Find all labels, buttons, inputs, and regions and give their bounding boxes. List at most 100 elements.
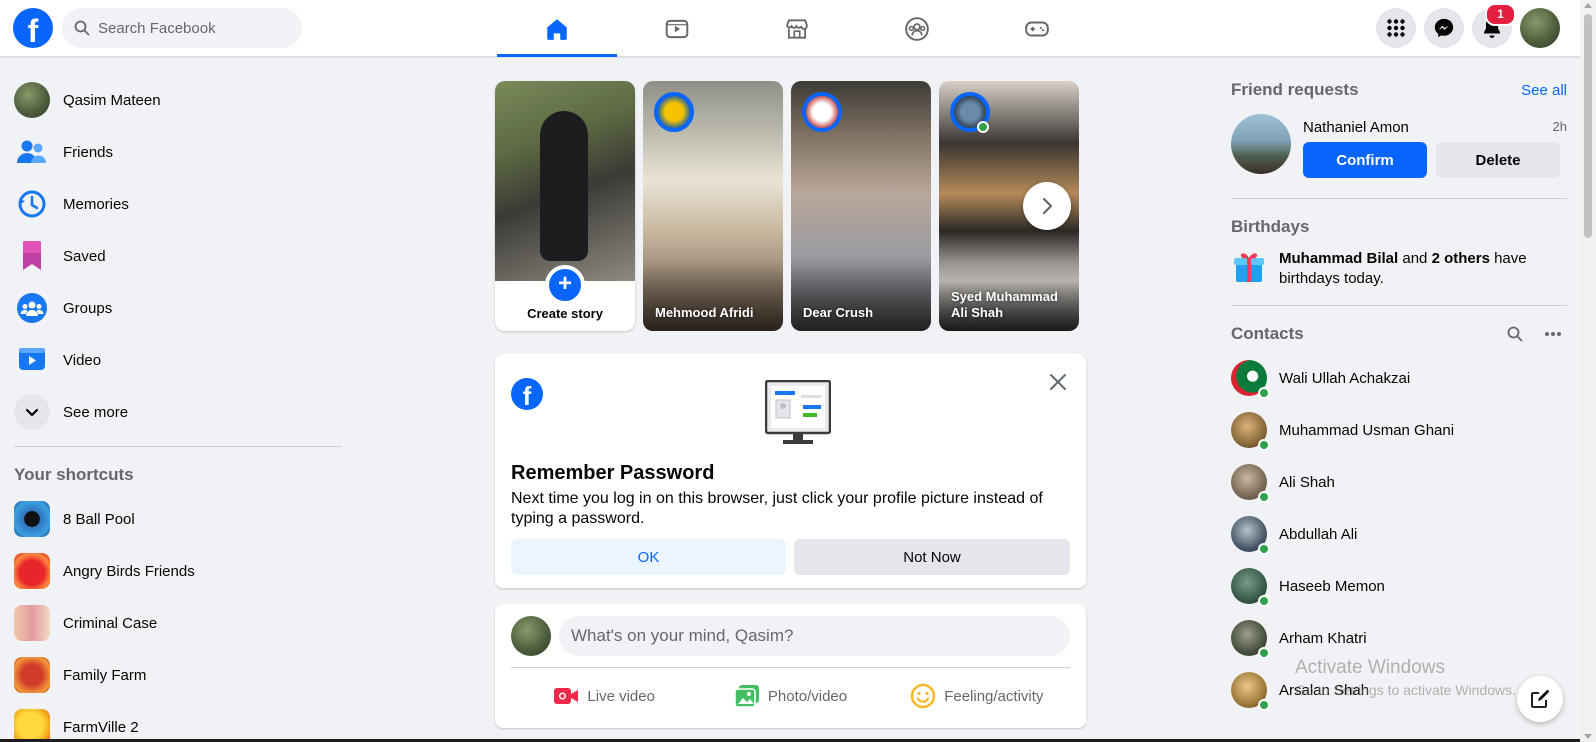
shortcut-label: 8 Ball Pool — [63, 510, 135, 528]
story-name: Syed Muhammad Ali Shah — [951, 289, 1058, 320]
left-sidebar: Qasim Mateen Friends Memories Saved Grou… — [6, 74, 346, 742]
scroll-thumb[interactable] — [1584, 14, 1592, 238]
shortcut-item[interactable]: Family Farm — [6, 649, 346, 701]
sidebar-item-video[interactable]: Video — [6, 334, 346, 386]
online-indicator — [1258, 491, 1270, 503]
contact-name: Muhammad Usman Ghani — [1279, 421, 1455, 439]
sidebar-item-groups[interactable]: Groups — [6, 282, 346, 334]
feeling-activity-button[interactable]: Feeling/activity — [884, 676, 1070, 716]
sidebar-item-label: Qasim Mateen — [63, 91, 161, 109]
close-icon[interactable] — [1046, 370, 1070, 394]
contact-item[interactable]: Muhammad Usman Ghani — [1231, 404, 1567, 456]
contact-item[interactable]: Haseeb Memon — [1231, 560, 1567, 612]
chevron-right-icon — [1042, 197, 1053, 215]
video-icon — [665, 19, 689, 38]
scroll-down-arrow[interactable] — [1584, 734, 1592, 739]
groups-icon — [14, 290, 50, 326]
avatar — [1231, 516, 1270, 555]
story-card[interactable]: Mehmood Afridi — [643, 81, 783, 331]
sidebar-item-profile[interactable]: Qasim Mateen — [6, 74, 346, 126]
page-scrollbar[interactable] — [1580, 0, 1596, 742]
contact-item[interactable]: Wali Ullah Achakzai — [1231, 352, 1567, 404]
delete-button[interactable]: Delete — [1436, 142, 1560, 178]
friend-request-item: Nathaniel Amon 2h Confirm Delete — [1231, 114, 1567, 188]
friend-request-name[interactable]: Nathaniel Amon — [1303, 119, 1409, 136]
plus-icon: + — [545, 265, 585, 305]
notification-badge: 1 — [1485, 3, 1516, 26]
gift-icon — [1234, 253, 1264, 282]
contact-item[interactable]: Ali Shah — [1231, 456, 1567, 508]
create-story-photo — [495, 81, 635, 281]
ok-button[interactable]: OK — [511, 539, 786, 575]
birthday-name[interactable]: Muhammad Bilal — [1279, 250, 1398, 267]
divider — [1231, 305, 1567, 306]
sidebar-item-memories[interactable]: Memories — [6, 178, 346, 230]
online-indicator — [1258, 387, 1270, 399]
avatar — [1231, 620, 1270, 659]
facebook-logo[interactable]: f — [13, 8, 53, 48]
live-video-button[interactable]: Live video — [511, 676, 697, 716]
sidebar-item-label: Memories — [63, 195, 129, 213]
sidebar-item-saved[interactable]: Saved — [6, 230, 346, 282]
menu-button[interactable] — [1376, 8, 1416, 48]
search-input[interactable] — [98, 19, 288, 37]
smiley-icon — [910, 683, 936, 709]
tab-watch[interactable] — [617, 0, 737, 57]
contact-name: Ali Shah — [1279, 473, 1335, 491]
avatar — [1231, 360, 1270, 399]
contacts-options-button[interactable] — [1539, 320, 1567, 348]
sidebar-item-label: See more — [63, 403, 129, 421]
tab-gaming[interactable] — [977, 0, 1097, 57]
confirm-button[interactable]: Confirm — [1303, 142, 1427, 178]
sidebar-item-see-more[interactable]: See more — [6, 386, 346, 438]
sidebar-item-label: Saved — [63, 247, 106, 265]
tab-marketplace[interactable] — [737, 0, 857, 57]
status-input[interactable] — [559, 616, 1070, 656]
shortcut-item[interactable]: Angry Birds Friends — [6, 545, 346, 597]
notifications-button[interactable]: 1 — [1472, 3, 1516, 48]
avatar[interactable] — [511, 616, 551, 656]
top-right-actions: 1 — [1376, 3, 1560, 48]
sidebar-divider — [14, 446, 342, 447]
birthdays-title: Birthdays — [1231, 217, 1310, 236]
contact-item[interactable]: Arsalan Shah — [1231, 664, 1567, 716]
shortcuts-title: Your shortcuts — [14, 465, 134, 484]
create-story-card[interactable]: + Create story — [495, 81, 635, 331]
tab-home[interactable] — [497, 0, 617, 57]
shortcut-item[interactable]: Criminal Case — [6, 597, 346, 649]
story-name: Dear Crush — [803, 305, 874, 320]
search-icon — [1507, 326, 1523, 342]
search-box[interactable] — [62, 8, 302, 48]
avatar — [1231, 672, 1270, 711]
remember-password-title: Remember Password — [511, 462, 715, 484]
tab-groups[interactable] — [857, 0, 977, 57]
contact-item[interactable]: Arham Khatri — [1231, 612, 1567, 664]
shortcut-item[interactable]: 8 Ball Pool — [6, 493, 346, 545]
live-video-label: Live video — [587, 687, 655, 705]
birthday-item[interactable]: Muhammad Bilal and 2 others have birthda… — [1231, 245, 1567, 295]
profile-avatar — [14, 82, 50, 118]
new-message-button[interactable] — [1517, 676, 1563, 722]
criminal-case-icon — [14, 605, 50, 641]
photo-video-button[interactable]: Photo/video — [697, 676, 883, 716]
shortcut-item[interactable]: FarmVille 2 — [6, 701, 346, 742]
account-avatar[interactable] — [1520, 8, 1560, 48]
avatar[interactable] — [1231, 114, 1291, 174]
online-indicator — [977, 121, 989, 133]
see-all-link[interactable]: See all — [1521, 82, 1567, 99]
not-now-button[interactable]: Not Now — [794, 539, 1070, 575]
search-contacts-button[interactable] — [1501, 320, 1529, 348]
avatar — [1231, 568, 1270, 607]
contact-name: Arsalan Shah — [1279, 681, 1370, 699]
sidebar-item-friends[interactable]: Friends — [6, 126, 346, 178]
more-options-icon — [1545, 332, 1561, 336]
stories-next-button[interactable] — [1023, 182, 1071, 230]
messenger-button[interactable] — [1424, 8, 1464, 48]
sidebar-item-label: Groups — [63, 299, 113, 317]
shortcut-label: Criminal Case — [63, 614, 158, 632]
birthday-others[interactable]: 2 others — [1432, 250, 1490, 267]
contact-item[interactable]: Abdullah Ali — [1231, 508, 1567, 560]
story-avatar — [654, 92, 694, 132]
story-card[interactable]: Dear Crush — [791, 81, 931, 331]
scroll-up-arrow[interactable] — [1584, 3, 1592, 8]
